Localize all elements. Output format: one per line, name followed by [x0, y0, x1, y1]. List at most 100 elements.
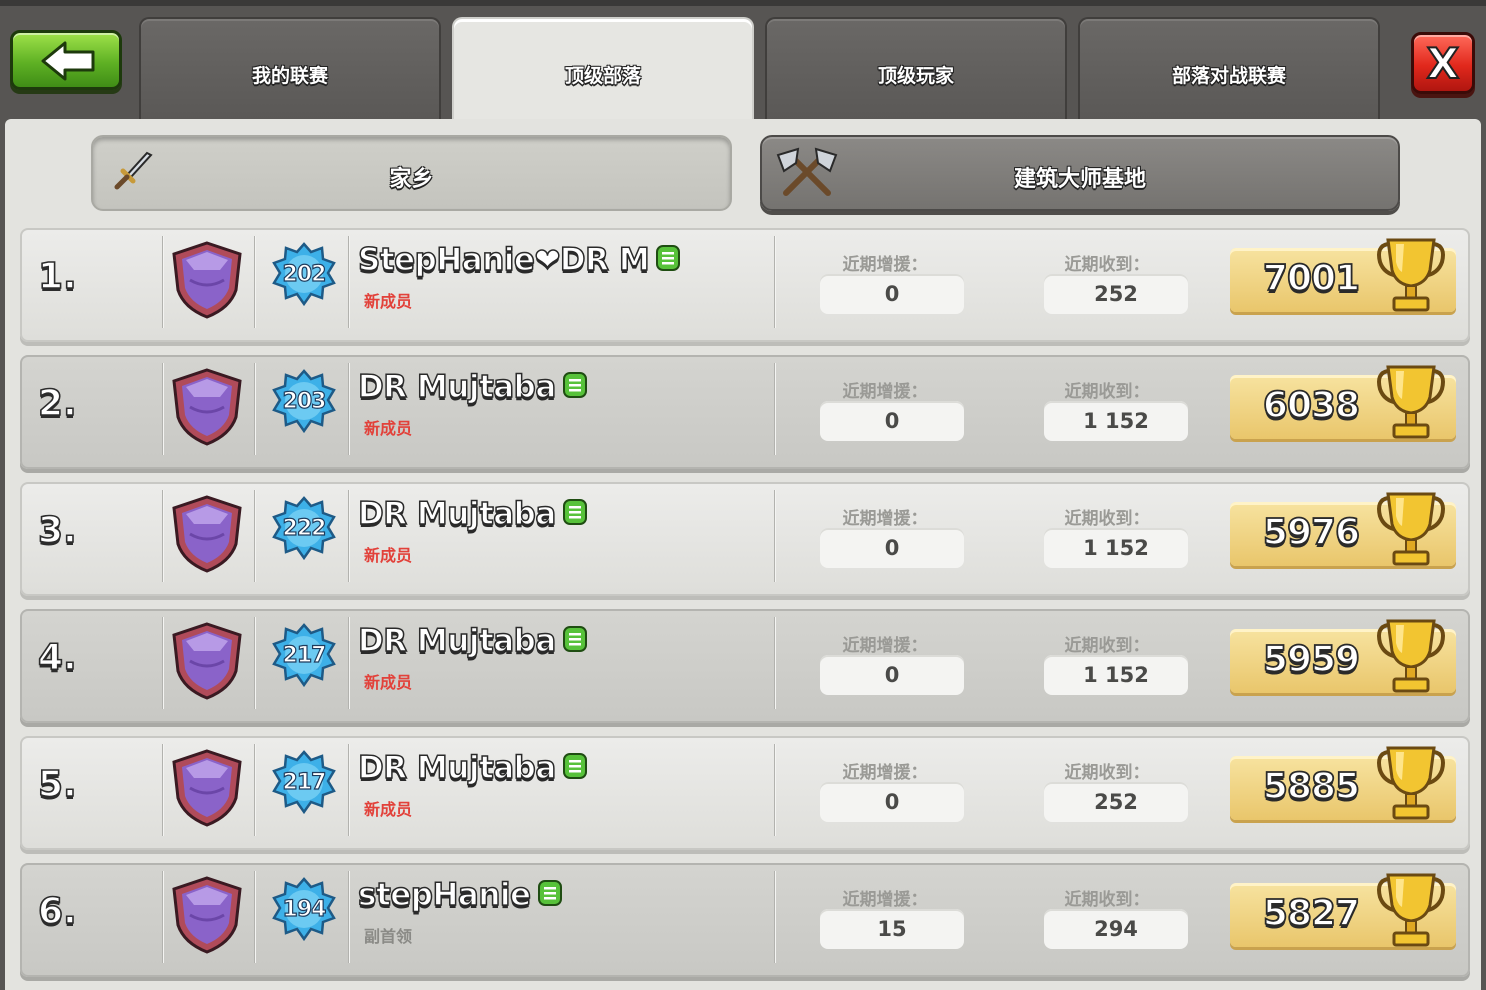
divider — [774, 363, 776, 455]
league-shield-icon — [172, 622, 242, 700]
divider — [254, 617, 256, 709]
received-label: 近期收到： — [1064, 255, 1150, 275]
divider — [162, 490, 164, 582]
player-name[interactable]: DR Mujtaba — [357, 622, 588, 660]
tab-label: 部落对战联赛 — [1171, 65, 1286, 87]
xp-level-badge: 217 — [271, 750, 337, 816]
divider — [774, 617, 776, 709]
divider — [254, 236, 256, 328]
xp-level-badge: 194 — [271, 877, 337, 943]
player-name-text: stepHanie — [357, 876, 532, 914]
xp-level-number: 203 — [282, 388, 327, 414]
divider — [348, 744, 350, 836]
divider — [254, 871, 256, 963]
player-name-text: DR Mujtaba — [357, 495, 557, 533]
close-button[interactable]: X — [1411, 32, 1475, 94]
chat-list-icon — [562, 752, 587, 779]
top-strip — [0, 0, 1486, 6]
chat-list-icon — [656, 244, 681, 271]
subtab-label: 建筑大师基地 — [1013, 167, 1146, 192]
tab-top-clans[interactable]: 顶级部落 — [452, 17, 754, 121]
divider — [348, 871, 350, 963]
divider — [254, 744, 256, 836]
trophy-icon — [1377, 619, 1445, 693]
member-role: 副首领 — [364, 927, 413, 946]
chat-list-icon — [562, 371, 587, 398]
tab-my-league[interactable]: 我的联赛 — [139, 17, 441, 121]
xp-level-number: 222 — [282, 515, 327, 541]
league-shield-icon — [172, 495, 242, 573]
rank-number: 1. — [37, 255, 77, 298]
divider — [774, 236, 776, 328]
donations-value: 0 — [820, 528, 964, 568]
rank-number: 3. — [37, 509, 77, 552]
player-name[interactable]: StepHanie❤DR M — [357, 241, 681, 279]
list-item[interactable]: 4. 217 DR Mujtaba 新成员 近期增援： 0 近期收到： 1 15… — [20, 609, 1470, 723]
xp-level-badge: 203 — [271, 369, 337, 435]
member-role: 新成员 — [364, 673, 413, 692]
divider — [774, 744, 776, 836]
back-button[interactable] — [10, 30, 122, 90]
subtab-builder-base[interactable]: 建筑大师基地 — [760, 135, 1400, 211]
divider — [348, 236, 350, 328]
list-item[interactable]: 1. 202 StepHanie❤DR M 新成员 近期增援： 0 近期收到： … — [20, 228, 1470, 342]
xp-level-badge: 217 — [271, 623, 337, 689]
received-label: 近期收到： — [1064, 636, 1150, 656]
subtab-home-village[interactable]: 家乡 — [91, 135, 732, 211]
donations-value: 15 — [820, 909, 964, 949]
donations-label: 近期增援： — [842, 636, 928, 656]
tab-top-players[interactable]: 顶级玩家 — [765, 17, 1067, 121]
league-shield-icon — [172, 241, 242, 319]
donations-label: 近期增援： — [842, 509, 928, 529]
divider — [348, 490, 350, 582]
player-name-text: DR Mujtaba — [357, 622, 557, 660]
subtab-label: 家乡 — [389, 167, 434, 192]
close-icon: X — [1426, 38, 1460, 89]
received-value: 1 152 — [1044, 655, 1188, 695]
player-name-text: DR Mujtaba — [357, 749, 557, 787]
player-name[interactable]: DR Mujtaba — [357, 368, 588, 406]
donations-value: 0 — [820, 655, 964, 695]
list-item[interactable]: 2. 203 DR Mujtaba 新成员 近期增援： 0 近期收到： 1 15… — [20, 355, 1470, 469]
list-item[interactable]: 3. 222 DR Mujtaba 新成员 近期增援： 0 近期收到： 1 15… — [20, 482, 1470, 596]
member-role: 新成员 — [364, 800, 413, 819]
received-label: 近期收到： — [1064, 763, 1150, 783]
xp-level-number: 217 — [282, 769, 327, 795]
received-value: 252 — [1044, 782, 1188, 822]
donations-value: 0 — [820, 782, 964, 822]
donations-value: 0 — [820, 401, 964, 441]
divider — [162, 363, 164, 455]
donations-label: 近期增援： — [842, 890, 928, 910]
rank-number: 2. — [37, 382, 77, 425]
member-role: 新成员 — [364, 419, 413, 438]
xp-level-badge: 222 — [271, 496, 337, 562]
rank-number: 4. — [37, 636, 77, 679]
divider — [348, 617, 350, 709]
received-value: 1 152 — [1044, 528, 1188, 568]
trophy-icon — [1377, 746, 1445, 820]
divider — [254, 490, 256, 582]
xp-level-number: 202 — [282, 261, 327, 287]
divider — [774, 871, 776, 963]
player-name-text: DR Mujtaba — [357, 368, 557, 406]
rank-number: 5. — [37, 763, 77, 806]
member-role: 新成员 — [364, 292, 413, 311]
divider — [348, 363, 350, 455]
chat-list-icon — [562, 498, 587, 525]
divider — [162, 744, 164, 836]
tab-clan-war-league[interactable]: 部落对战联赛 — [1078, 17, 1380, 121]
list-item[interactable]: 5. 217 DR Mujtaba 新成员 近期增援： 0 近期收到： 252 … — [20, 736, 1470, 850]
divider — [774, 490, 776, 582]
trophy-count: 5827 — [1262, 892, 1361, 935]
received-value: 294 — [1044, 909, 1188, 949]
xp-level-badge: 202 — [271, 242, 337, 308]
player-name[interactable]: stepHanie — [357, 876, 563, 914]
list-item[interactable]: 6. 194 stepHanie 副首领 近期增援： 15 近期收到： 294 … — [20, 863, 1470, 977]
member-role: 新成员 — [364, 546, 413, 565]
donations-value: 0 — [820, 274, 964, 314]
divider — [162, 871, 164, 963]
player-name[interactable]: DR Mujtaba — [357, 495, 588, 533]
player-name[interactable]: DR Mujtaba — [357, 749, 588, 787]
league-shield-icon — [172, 368, 242, 446]
xp-level-number: 217 — [282, 642, 327, 668]
